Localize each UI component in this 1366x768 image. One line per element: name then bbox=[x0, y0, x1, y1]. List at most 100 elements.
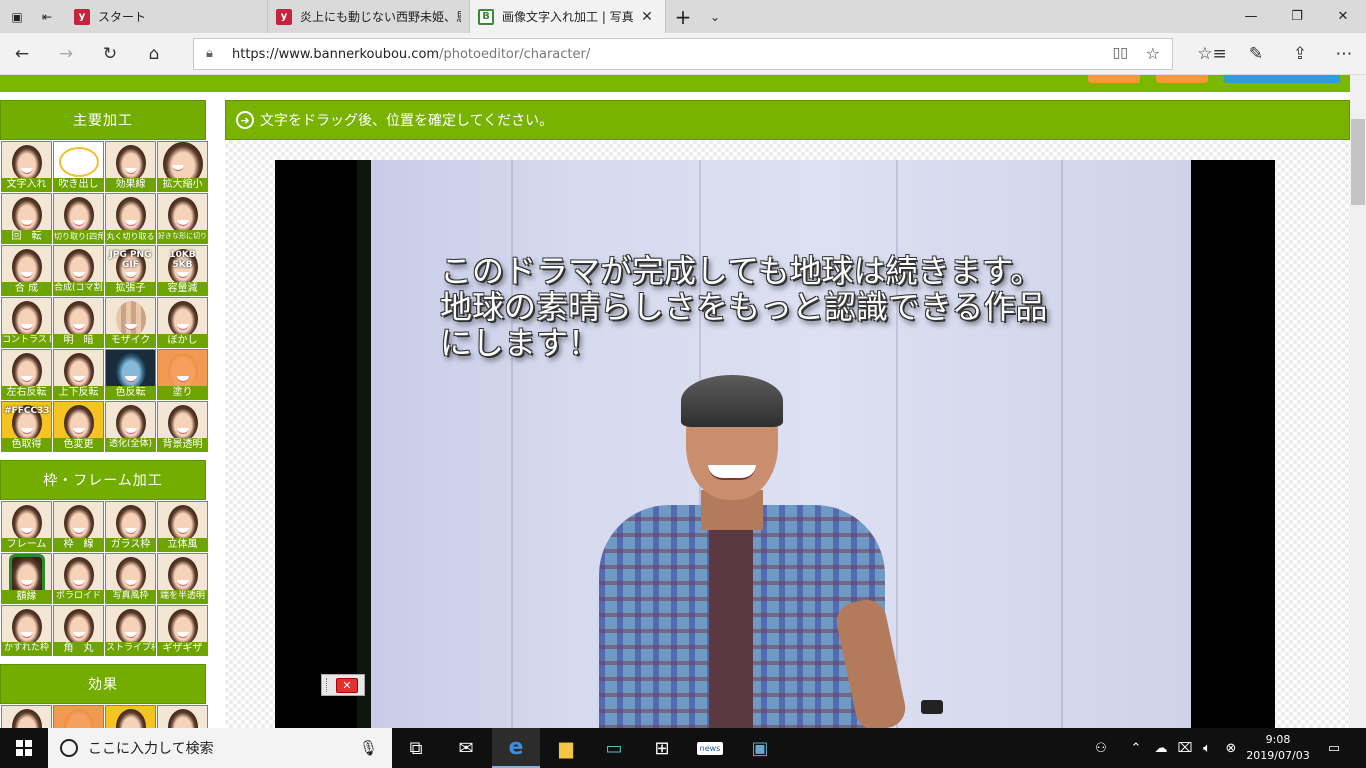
more-menu-icon[interactable]: ⋯ bbox=[1331, 42, 1357, 66]
store-icon[interactable]: ⊞ bbox=[638, 728, 686, 768]
tool-resize[interactable]: 拡大縮小 bbox=[157, 141, 208, 192]
tool-frame[interactable]: フレーム bbox=[1, 501, 52, 552]
tab-preview-chevron-down-icon[interactable]: ⌄ bbox=[700, 0, 730, 33]
tool-transparency-all[interactable]: 透化(全体) bbox=[105, 401, 156, 452]
text-tool-palette[interactable]: ✕ bbox=[321, 674, 365, 696]
tool-picture-frame[interactable]: 額縁 bbox=[1, 553, 52, 604]
tool-composite-panels[interactable]: 合成(コマ割) bbox=[53, 245, 104, 296]
tool-get-color[interactable]: #FFCC33 色取得 bbox=[1, 401, 52, 452]
web-page: 主要加工 文字入れ 吹き出し 効果線 拡大縮小 回 転 切り取り(四角) 丸く切… bbox=[0, 75, 1366, 728]
header-button[interactable] bbox=[1088, 75, 1140, 83]
site-header-bar bbox=[0, 75, 1350, 92]
favorites-hub-icon[interactable]: ☆≡ bbox=[1197, 42, 1226, 66]
share-icon[interactable]: ⇪ bbox=[1287, 42, 1313, 66]
close-window-icon[interactable]: ✕ bbox=[1320, 0, 1366, 33]
tool-invert-color[interactable]: 色反転 bbox=[105, 349, 156, 400]
tool-extension[interactable]: JPG PNG GIF 拡張子 bbox=[105, 245, 156, 296]
restore-icon[interactable]: ❐ bbox=[1274, 0, 1320, 33]
header-button[interactable] bbox=[1156, 75, 1208, 83]
notification-center-icon[interactable]: ▭ bbox=[1318, 728, 1350, 768]
tool-rotate[interactable]: 回 転 bbox=[1, 193, 52, 244]
web-note-pen-icon[interactable]: ✎ bbox=[1243, 42, 1269, 66]
clock-date: 2019/07/03 bbox=[1246, 749, 1310, 762]
refresh-icon[interactable]: ↻ bbox=[97, 42, 123, 66]
system-clock[interactable]: 9:08 2019/07/03 bbox=[1246, 732, 1310, 764]
y-favicon-icon: y bbox=[276, 8, 292, 25]
url-text[interactable]: https://www.bannerkoubou.com/photoeditor… bbox=[232, 47, 590, 62]
scrollbar-thumb[interactable] bbox=[1351, 119, 1365, 205]
tool-polaroid[interactable]: ポラロイド bbox=[53, 553, 104, 604]
tool-faded-frame[interactable]: かすれた枠 bbox=[1, 605, 52, 656]
onedrive-cloud-icon[interactable]: ☁ bbox=[1150, 728, 1172, 768]
tool-flip-vertical[interactable]: 上下反転 bbox=[53, 349, 104, 400]
show-hidden-icons-chevron-up-icon[interactable]: ⌃ bbox=[1124, 728, 1148, 768]
mail-icon[interactable]: ✉ bbox=[442, 728, 490, 768]
lock-icon: 🔒︎ bbox=[206, 46, 213, 61]
tool-rounded-corners[interactable]: 角 丸 bbox=[53, 605, 104, 656]
edge-browser-icon[interactable]: e bbox=[492, 728, 540, 768]
tool-flip-horizontal[interactable]: 左右反転 bbox=[1, 349, 52, 400]
status-x-icon[interactable]: ⊗ bbox=[1220, 728, 1242, 768]
people-icon[interactable]: ⚇ bbox=[1088, 728, 1114, 768]
section-main-processing: 主要加工 bbox=[0, 100, 206, 140]
tool-effect-3[interactable] bbox=[105, 705, 156, 728]
tool-glass-frame[interactable]: ガラス枠 bbox=[105, 501, 156, 552]
tool-jagged[interactable]: ギザギザ bbox=[157, 605, 208, 656]
minimize-icon[interactable]: — bbox=[1228, 0, 1274, 33]
back-icon[interactable]: ← bbox=[9, 42, 35, 66]
network-icon[interactable]: ⌧ bbox=[1174, 728, 1196, 768]
task-view-icon[interactable]: ⧉ bbox=[392, 728, 440, 768]
tool-effect-4[interactable] bbox=[157, 705, 208, 728]
draggable-overlay-text[interactable]: このドラマが完成しても地球は続きます。 地球の素晴らしさをもっと認識できる作品 … bbox=[440, 253, 1047, 361]
tool-speech-bubble[interactable]: 吹き出し bbox=[53, 141, 104, 192]
tool-brightness[interactable]: 明 暗 bbox=[53, 297, 104, 348]
tab-news-article[interactable]: y 炎上にも動じない西野未姫、恩 bbox=[268, 0, 470, 33]
home-icon[interactable]: ⌂ bbox=[141, 42, 167, 66]
tool-blur[interactable]: ぼかし bbox=[157, 297, 208, 348]
photo-canvas[interactable] bbox=[275, 160, 1275, 728]
tool-stripe-frame[interactable]: ストライプ枠 bbox=[105, 605, 156, 656]
tool-crop-round[interactable]: 丸く切り取る bbox=[105, 193, 156, 244]
windows-start-icon[interactable] bbox=[0, 728, 48, 768]
tool-crop-square[interactable]: 切り取り(四角) bbox=[53, 193, 104, 244]
address-bar[interactable]: 🔒︎ https://www.bannerkoubou.com/photoedi… bbox=[193, 38, 1173, 70]
microphone-icon[interactable]: 🎙︎ bbox=[359, 739, 378, 757]
tab-actions-icon[interactable]: ▣ bbox=[2, 0, 32, 33]
tool-effect-2[interactable] bbox=[53, 705, 104, 728]
photo-app-icon[interactable]: ▣ bbox=[736, 728, 784, 768]
tool-effect-lines[interactable]: 効果線 bbox=[105, 141, 156, 192]
tool-background-transparent[interactable]: 背景透明 bbox=[157, 401, 208, 452]
tool-3d-style[interactable]: 立体風 bbox=[157, 501, 208, 552]
news-app-icon[interactable]: news bbox=[686, 728, 734, 768]
close-icon[interactable]: ✕ bbox=[336, 677, 358, 693]
tool-change-color[interactable]: 色変更 bbox=[53, 401, 104, 452]
page-scrollbar[interactable] bbox=[1350, 75, 1366, 728]
tool-reduce-size[interactable]: 10KB 5KB 容量減 bbox=[157, 245, 208, 296]
tab-photo-editor[interactable]: B 画像文字入れ加工 | 写真 ✕ bbox=[470, 0, 666, 33]
close-tab-icon[interactable]: ✕ bbox=[637, 9, 657, 25]
reading-view-icon[interactable]: ▯▯ bbox=[1113, 45, 1128, 61]
volume-icon[interactable]: 🔈︎ bbox=[1196, 728, 1218, 768]
tab-start[interactable]: y スタート bbox=[66, 0, 268, 33]
tool-text-insert[interactable]: 文字入れ bbox=[1, 141, 52, 192]
file-explorer-icon[interactable]: ▆ bbox=[542, 728, 590, 768]
tool-photo-style-frame[interactable]: 写真風枠 bbox=[105, 553, 156, 604]
tool-mosaic[interactable]: モザイク bbox=[105, 297, 156, 348]
tool-crop-freeform[interactable]: 好きな形に切り取る bbox=[157, 193, 208, 244]
y-favicon-icon: y bbox=[74, 8, 90, 25]
header-button[interactable] bbox=[1224, 75, 1340, 83]
favorite-star-icon[interactable]: ☆ bbox=[1146, 44, 1160, 63]
tool-fill[interactable]: 塗り bbox=[157, 349, 208, 400]
new-tab-icon[interactable]: + bbox=[668, 0, 698, 33]
tool-border-line[interactable]: 枠 線 bbox=[53, 501, 104, 552]
tool-composite[interactable]: 合 成 bbox=[1, 245, 52, 296]
tool-effect-1[interactable] bbox=[1, 705, 52, 728]
tool-semi-transparent-edges[interactable]: 端を半透明 bbox=[157, 553, 208, 604]
forward-icon[interactable]: → bbox=[53, 42, 79, 66]
app-icon[interactable]: ▭ bbox=[590, 728, 638, 768]
section-effects: 効果 bbox=[0, 664, 206, 704]
set-tabs-aside-icon[interactable]: ⇤ bbox=[32, 0, 62, 33]
drag-handle-icon[interactable] bbox=[326, 678, 330, 692]
tool-contrast[interactable]: コントラスト bbox=[1, 297, 52, 348]
taskbar-search-box[interactable]: ここに入力して検索 🎙︎ bbox=[48, 728, 392, 768]
